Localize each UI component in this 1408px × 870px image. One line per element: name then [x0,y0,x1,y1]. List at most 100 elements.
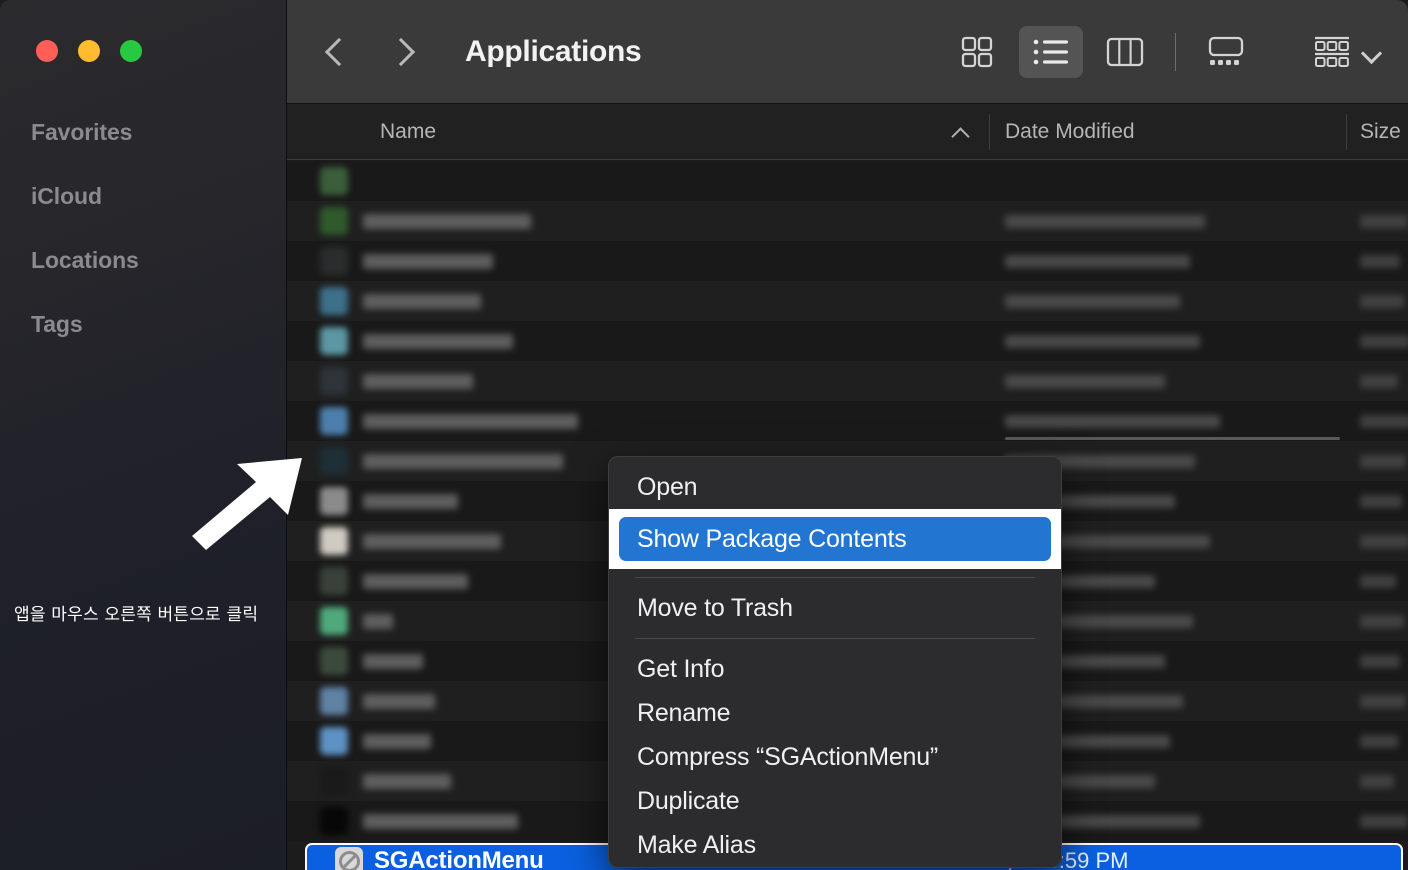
forward-chevron-icon[interactable] [391,35,413,69]
toolbar: Applications [287,0,1408,104]
group-icon [1315,36,1349,67]
context-menu[interactable]: Open Show Package Contents Move to Trash Ge… [608,456,1062,868]
prohibited-icon [335,847,363,870]
file-size-redacted [1360,774,1394,788]
file-name-redacted [363,413,578,429]
columns-icon [1106,37,1144,66]
sidebar-section-locations[interactable]: Locations [0,228,287,292]
file-name-redacted [363,493,458,509]
column-divider[interactable] [1346,114,1347,150]
menu-item-label: Show Package Contents [619,517,1051,561]
column-header-date-modified[interactable]: Date Modified [1005,120,1135,144]
list-icon [1033,39,1068,64]
sidebar-section-icloud[interactable]: iCloud [0,164,287,228]
file-size-redacted [1360,374,1398,388]
file-icon [320,207,348,235]
file-icon [320,687,348,715]
menu-item[interactable]: Rename [609,691,1061,735]
file-date-redacted [1005,214,1205,228]
file-size-redacted [1360,294,1404,308]
file-name-redacted [363,333,513,349]
file-size-redacted [1360,814,1408,828]
table-row[interactable] [287,321,1408,361]
file-name-redacted [363,213,531,229]
column-header-name[interactable]: Name [380,120,436,144]
toolbar-divider [1175,32,1176,71]
file-size-redacted [1360,414,1408,428]
file-date-redacted [1005,334,1200,348]
file-icon [320,247,348,275]
table-row[interactable] [287,241,1408,281]
file-icon [320,327,348,355]
menu-item[interactable]: Open [609,465,1061,509]
menu-item[interactable]: Move to Trash [609,586,1061,630]
file-icon [320,407,348,435]
menu-item[interactable]: Get Info [609,647,1061,691]
file-icon [320,807,348,835]
file-icon [320,767,348,795]
list-view-button[interactable] [1019,25,1083,78]
table-row[interactable] [287,281,1408,321]
sort-ascending-icon [952,127,968,137]
sidebar-section-tags[interactable]: Tags [0,292,287,356]
icon-view-button[interactable] [945,26,1009,78]
file-icon [320,487,348,515]
column-divider[interactable] [989,114,990,150]
sidebar-section-label: Tags [31,310,83,337]
file-size-redacted [1360,454,1406,468]
chevron-down-icon[interactable] [1362,46,1380,57]
table-row[interactable] [287,361,1408,401]
column-view-button[interactable] [1093,26,1157,78]
menu-item-highlighted[interactable]: Show Package Contents [609,509,1061,569]
file-size-redacted [1360,334,1408,348]
menu-item-label: Compress “SGActionMenu” [637,742,939,771]
close-button-icon[interactable] [36,40,58,62]
gallery-view-button[interactable] [1194,26,1258,78]
back-chevron-icon[interactable] [325,35,347,69]
file-name-redacted [363,773,451,789]
file-icon [320,567,348,595]
file-size-redacted [1360,734,1398,748]
column-header-size[interactable]: Size [1360,120,1401,144]
column-header-row: Name Date Modified Size [287,104,1408,160]
file-name-redacted [363,613,393,629]
minimize-button-icon[interactable] [78,40,100,62]
file-icon [320,167,348,195]
file-name-redacted [363,373,473,389]
file-size-redacted [1360,214,1408,228]
menu-item[interactable]: Duplicate [609,779,1061,823]
file-size-redacted [1360,614,1404,628]
view-mode-group [945,25,1258,78]
table-row[interactable] [287,401,1408,441]
menu-separator [635,577,1035,578]
file-name: SGActionMenu [374,847,544,870]
file-icon [320,607,348,635]
file-size-redacted [1360,574,1396,588]
file-icon [320,727,348,755]
file-name-redacted [363,573,468,589]
navigation-arrows [325,35,413,69]
table-row[interactable] [287,161,1408,201]
file-icon [320,287,348,315]
menu-item[interactable]: Make Alias [609,823,1061,867]
menu-item[interactable]: Compress “SGActionMenu” [609,735,1061,779]
menu-separator [635,638,1035,639]
menu-item-label: Move to Trash [637,593,793,622]
menu-item-label: Rename [637,698,731,727]
file-name-redacted [363,733,431,749]
file-size-redacted [1360,654,1400,668]
file-date-redacted [1005,414,1220,428]
file-date-redacted [1005,374,1165,388]
menu-item-label: Get Info [637,654,725,683]
sidebar-section-favorites[interactable]: Favorites [0,100,287,164]
group-by-button[interactable] [1312,35,1380,69]
horizontal-scrollbar[interactable] [1005,437,1340,440]
table-row[interactable] [287,201,1408,241]
file-name-redacted [363,693,435,709]
file-icon [320,647,348,675]
file-name-redacted [363,813,518,829]
page-title: Applications [465,34,642,68]
file-date-redacted [1005,254,1190,268]
maximize-button-icon[interactable] [120,40,142,62]
file-name-redacted [363,453,563,469]
